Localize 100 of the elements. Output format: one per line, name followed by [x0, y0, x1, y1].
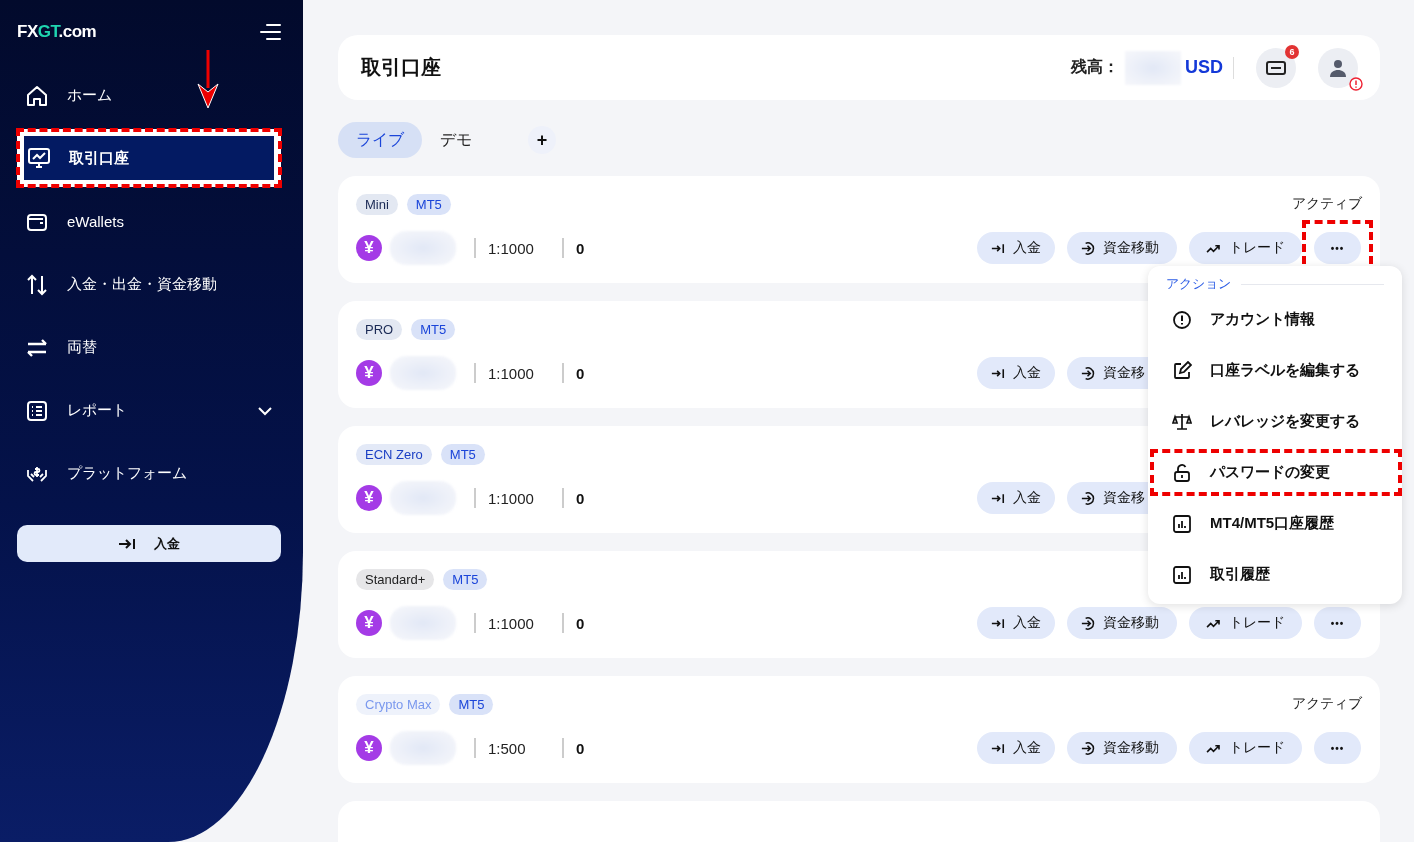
deposit-button[interactable]: 入金 — [977, 357, 1055, 389]
list-icon — [25, 398, 49, 423]
add-account-button[interactable]: + — [528, 126, 556, 154]
chart-monitor-icon — [27, 146, 51, 170]
warning-icon — [1349, 76, 1363, 91]
status-label: アクティブ — [1292, 195, 1362, 213]
status-label: アクティブ — [1292, 695, 1362, 713]
edit-icon — [1172, 360, 1192, 381]
balance-label: 残高： — [1071, 57, 1119, 77]
currency-badge: ¥ — [356, 485, 382, 511]
trade-button[interactable]: トレード — [1189, 232, 1302, 264]
transfer-button[interactable]: 資金移動 — [1067, 232, 1177, 264]
nav-label: eWallets — [67, 213, 124, 230]
transfer-button[interactable]: 資金移動 — [1067, 607, 1177, 639]
tab[interactable]: デモ — [422, 122, 490, 158]
leverage-value: 1:1000 — [488, 364, 535, 382]
home-icon — [25, 83, 49, 108]
transfer-button[interactable]: 資金移動 — [1067, 732, 1177, 764]
nav-label: ホーム — [67, 86, 112, 105]
menu-item[interactable]: レバレッジを変更する — [1148, 396, 1402, 447]
blurred-account-number — [390, 731, 456, 765]
nav-label: プラットフォーム — [67, 464, 187, 483]
more-button[interactable]: ••• — [1314, 607, 1361, 639]
arrow-to-bar-icon — [991, 242, 1005, 254]
balance-value: 0 — [576, 239, 585, 257]
trade-button[interactable]: トレード — [1189, 732, 1302, 764]
deposit-button[interactable]: 入金 — [977, 232, 1055, 264]
leverage-value: 1:1000 — [488, 239, 535, 257]
menu-label: レバレッジを変更する — [1210, 412, 1360, 431]
platform-tag: MT5 — [440, 443, 485, 465]
menu-label: 取引履歴 — [1210, 565, 1270, 584]
platform-tag: MT5 — [449, 693, 494, 715]
plan-tag: Standard+ — [356, 568, 435, 590]
bar-chart-icon — [1172, 564, 1192, 585]
plan-tag: ECN Zero — [356, 443, 432, 465]
deposit-button[interactable]: 入金 — [977, 607, 1055, 639]
arrow-to-bar-icon — [991, 617, 1005, 629]
menu-label: 口座ラベルを編集する — [1210, 361, 1360, 380]
arrow-to-bar-icon — [118, 536, 136, 551]
menu-label: パスワードの変更 — [1210, 463, 1330, 482]
more-button[interactable]: ••• — [1314, 732, 1361, 764]
plan-tag: Crypto Max — [356, 693, 441, 715]
arrow-to-bar-icon — [991, 492, 1005, 504]
menu-icon[interactable] — [259, 23, 281, 41]
more-button[interactable]: ••• — [1314, 232, 1361, 264]
nav-item[interactable]: 入金・出金・資金移動 — [17, 253, 281, 316]
blurred-account-number — [390, 481, 456, 515]
menu-item[interactable]: 取引履歴 — [1148, 549, 1402, 600]
menu-label: アカウント情報 — [1210, 310, 1315, 329]
platform-tag: MT5 — [411, 318, 456, 340]
arrow-to-bar-icon — [991, 367, 1005, 379]
nav-label: 取引口座 — [69, 148, 129, 168]
platform-tag: MT5 — [443, 568, 488, 590]
chevron-down-icon[interactable] — [257, 405, 273, 416]
menu-heading: アクション — [1166, 275, 1231, 293]
currency-label: USD — [1185, 57, 1223, 78]
currency-badge: ¥ — [356, 735, 382, 761]
nav-item[interactable]: ホーム — [17, 64, 281, 127]
person-icon — [1328, 57, 1348, 78]
deposit-button[interactable]: 入金 — [977, 482, 1055, 514]
trend-up-icon — [1206, 617, 1221, 629]
menu-item[interactable]: アカウント情報 — [1148, 294, 1402, 345]
up-down-arrows-icon — [25, 272, 49, 297]
currency-badge: ¥ — [356, 610, 382, 636]
bar-chart-icon — [1172, 513, 1192, 534]
avatar-button[interactable] — [1318, 47, 1358, 88]
leverage-value: 1:500 — [488, 739, 527, 757]
blurred-amount — [1125, 50, 1181, 85]
leverage-value: 1:1000 — [488, 614, 535, 632]
nav-item[interactable]: 取引口座 — [17, 129, 281, 187]
tab[interactable]: ライブ — [338, 122, 422, 158]
deposit-button[interactable]: 入金 — [977, 732, 1055, 764]
balance-value: 0 — [576, 614, 585, 632]
arrow-to-bar-icon — [991, 742, 1005, 754]
blurred-account-number — [390, 356, 456, 390]
trend-up-icon — [1206, 242, 1221, 254]
nav-item[interactable]: レポート — [17, 379, 281, 442]
nav-item[interactable]: プラットフォーム — [17, 442, 281, 505]
balance-value: 0 — [576, 739, 585, 757]
currency-badge: ¥ — [356, 360, 382, 386]
nav-label: レポート — [67, 401, 127, 420]
arrow-annotation — [196, 50, 220, 110]
plan-tag: PRO — [356, 318, 403, 340]
ticket-icon — [1266, 60, 1286, 75]
blurred-account-number — [390, 606, 456, 640]
nav-item[interactable]: eWallets — [17, 190, 281, 253]
nav-item[interactable]: 両替 — [17, 316, 281, 379]
balance-value: 0 — [576, 489, 585, 507]
blurred-account-number — [390, 231, 456, 265]
logo[interactable]: FXGT.com — [17, 22, 97, 42]
ticket-button[interactable]: 6 — [1256, 47, 1296, 88]
unlock-icon — [1172, 462, 1192, 483]
menu-label: MT4/MT5口座履歴 — [1210, 514, 1335, 533]
plan-tag: Mini — [356, 193, 398, 215]
trend-up-icon — [1206, 742, 1221, 754]
deposit-button[interactable]: 入金 — [17, 525, 281, 562]
page-title: 取引口座 — [361, 55, 441, 80]
info-icon — [1172, 309, 1192, 330]
nav-label: 両替 — [67, 338, 97, 357]
trade-button[interactable]: トレード — [1189, 607, 1302, 639]
